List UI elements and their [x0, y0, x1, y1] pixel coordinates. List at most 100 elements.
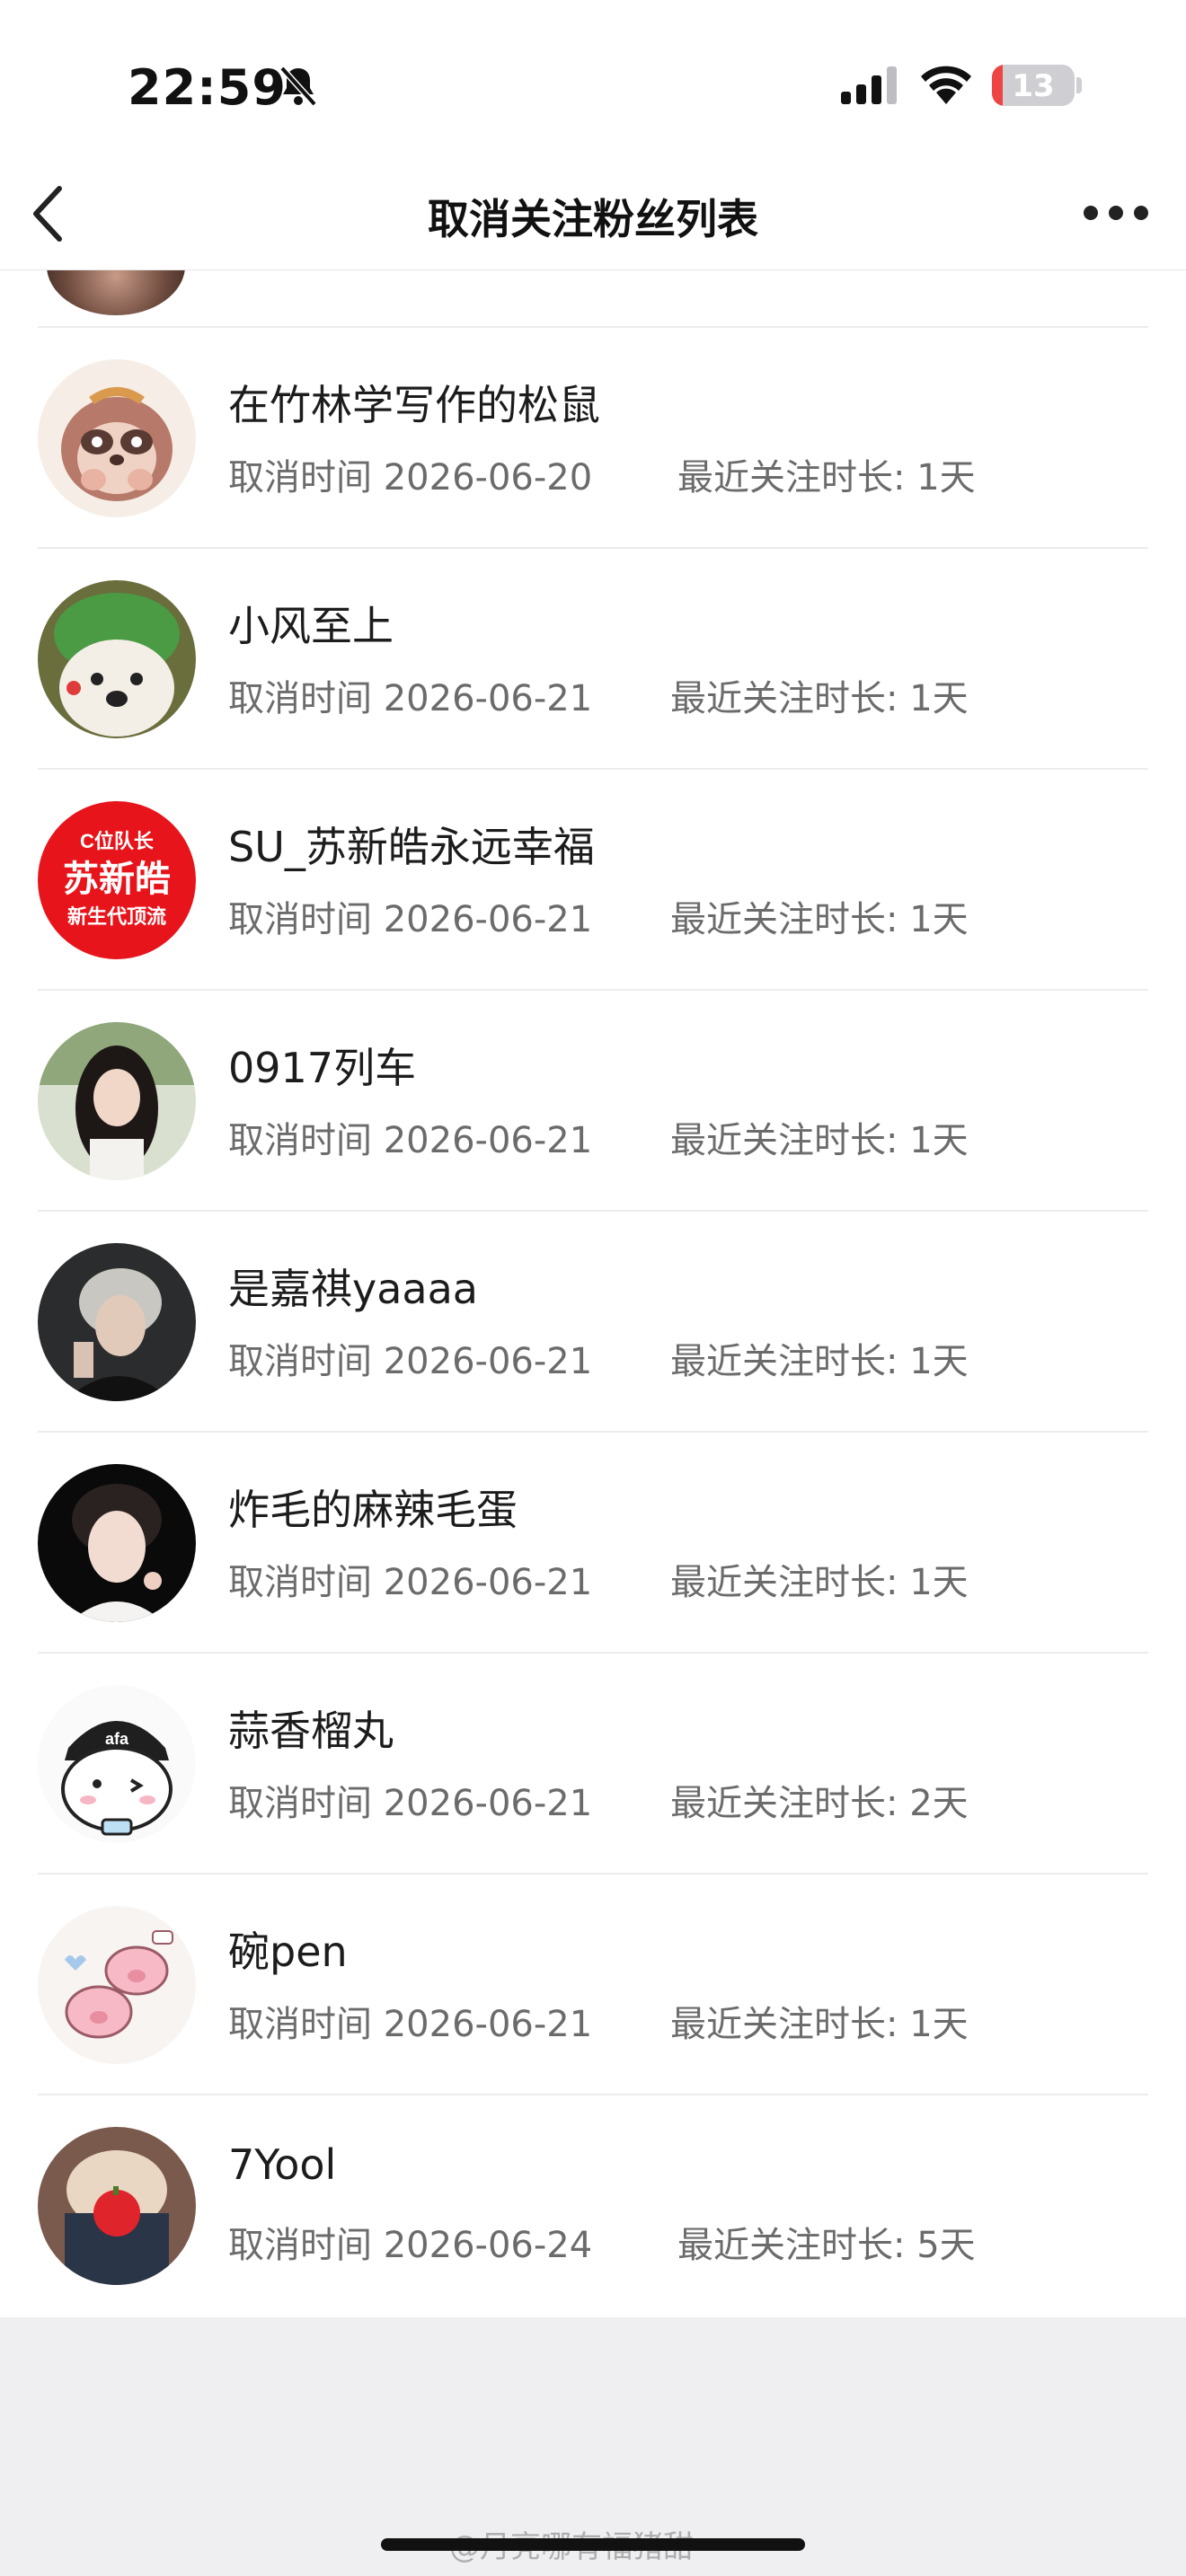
list-item[interactable]: C位队长 苏新皓 新生代顶流 SU_苏新皓永远幸福 取消时间 2026-06-2… [38, 770, 1148, 991]
user-name[interactable]: 蒜香榴丸 [228, 1698, 394, 1758]
avatar-text-bottom: 新生代顶流 [67, 905, 166, 928]
unfollowed-fans-list: 在竹林学写作的松鼠 取消时间 2026-06-20 最近关注时长: 1天 小风至… [0, 270, 1186, 2315]
unfollow-meta: 取消时间 2026-06-21 最近关注时长: 1天 [228, 1111, 969, 1163]
unfollow-meta: 取消时间 2026-06-21 最近关注时长: 1天 [228, 1995, 969, 2047]
signal-icon [841, 66, 897, 104]
unfollow-meta: 取消时间 2026-06-21 最近关注时长: 1天 [228, 1332, 969, 1384]
avatar-text-main: 苏新皓 [63, 860, 171, 899]
avatar[interactable] [38, 1022, 196, 1180]
follow-duration: 最近关注时长: 1天 [670, 669, 969, 721]
cancel-date: 2026-06-21 [383, 678, 593, 719]
avatar[interactable] [38, 1906, 196, 2064]
cancel-date: 2026-06-21 [383, 1783, 593, 1824]
user-name[interactable]: 在竹林学写作的松鼠 [228, 373, 600, 432]
unfollow-meta: 取消时间 2026-06-21 最近关注时长: 1天 [228, 669, 969, 721]
cancel-label: 取消时间 [228, 1562, 372, 1603]
battery-cap [1076, 77, 1082, 93]
list-item[interactable]: afa 蒜香榴丸 取消时间 2026-06-21 最近关注时长: 2天 [38, 1654, 1148, 1875]
cancel-date: 2026-06-21 [383, 1120, 593, 1161]
unfollow-meta: 取消时间 2026-06-21 最近关注时长: 1天 [228, 1553, 969, 1605]
duration-value: 1天 [909, 1341, 969, 1382]
cancel-label: 取消时间 [228, 1783, 372, 1824]
cancel-label: 取消时间 [228, 1341, 372, 1382]
wifi-icon [921, 66, 971, 104]
avatar[interactable]: C位队长 苏新皓 新生代顶流 [38, 801, 196, 959]
avatar [47, 270, 185, 315]
list-item[interactable]: 在竹林学写作的松鼠 取消时间 2026-06-20 最近关注时长: 1天 [38, 328, 1148, 549]
list-item-partial[interactable] [38, 270, 1148, 328]
unfollow-meta: 取消时间 2026-06-21 最近关注时长: 2天 [228, 1774, 969, 1826]
user-name[interactable]: 小风至上 [228, 594, 394, 653]
page-title: 取消关注粉丝列表 [428, 195, 758, 243]
list-item[interactable]: 是嘉祺yaaaa 取消时间 2026-06-21 最近关注时长: 1天 [38, 1212, 1148, 1433]
follow-duration: 最近关注时长: 1天 [677, 448, 976, 500]
cancel-label: 取消时间 [228, 678, 372, 719]
avatar[interactable]: afa [38, 1685, 196, 1843]
duration-label: 最近关注时长: [670, 1562, 898, 1603]
unfollow-meta: 取消时间 2026-06-20 最近关注时长: 1天 [228, 448, 976, 500]
cancel-label: 取消时间 [228, 2225, 372, 2266]
follow-duration: 最近关注时长: 5天 [677, 2216, 976, 2268]
follow-duration: 最近关注时长: 1天 [670, 1111, 969, 1163]
battery-level: 13 [1012, 68, 1055, 104]
follow-duration: 最近关注时长: 2天 [670, 1774, 969, 1826]
list-item[interactable]: 0917列车 取消时间 2026-06-21 最近关注时长: 1天 [38, 991, 1148, 1212]
follow-duration: 最近关注时长: 1天 [670, 1553, 969, 1605]
duration-value: 1天 [909, 1562, 969, 1603]
nav-bar: 取消关注粉丝列表 [0, 162, 1186, 270]
duration-value: 2天 [909, 1783, 969, 1824]
list-item[interactable]: 炸毛的麻辣毛蛋 取消时间 2026-06-21 最近关注时长: 1天 [38, 1433, 1148, 1654]
follow-duration: 最近关注时长: 1天 [670, 1995, 969, 2047]
avatar[interactable] [38, 1243, 196, 1401]
duration-label: 最近关注时长: [670, 1341, 898, 1382]
follow-duration: 最近关注时长: 1天 [670, 890, 969, 942]
cancel-date: 2026-06-21 [383, 1562, 593, 1603]
avatar-text-top: C位队长 [80, 830, 155, 852]
duration-label: 最近关注时长: [670, 1120, 898, 1161]
avatar[interactable] [38, 580, 196, 738]
duration-value: 1天 [909, 2004, 969, 2045]
cancel-label: 取消时间 [228, 2004, 372, 2045]
more-horizontal-icon[interactable] [1084, 199, 1152, 226]
status-bar: 22:59 13 [0, 0, 1186, 162]
cancel-date: 2026-06-24 [383, 2225, 593, 2266]
avatar[interactable] [38, 1464, 196, 1622]
battery-icon: 13 [992, 65, 1075, 106]
duration-label: 最近关注时长: [670, 1783, 898, 1824]
cancel-date: 2026-06-21 [383, 899, 593, 940]
duration-label: 最近关注时长: [677, 457, 906, 498]
avatar[interactable] [38, 2127, 196, 2285]
duration-value: 1天 [909, 1120, 969, 1161]
user-name[interactable]: 是嘉祺yaaaa [228, 1257, 478, 1316]
duration-value: 1天 [909, 899, 969, 940]
user-name[interactable]: 炸毛的麻辣毛蛋 [228, 1478, 518, 1537]
user-name[interactable]: 0917列车 [228, 1036, 416, 1095]
user-name[interactable]: SU_苏新皓永远幸福 [228, 815, 595, 874]
unfollow-meta: 取消时间 2026-06-21 最近关注时长: 1天 [228, 890, 969, 942]
cancel-date: 2026-06-20 [383, 457, 593, 498]
user-name[interactable]: 碗pen [228, 1919, 348, 1979]
cancel-label: 取消时间 [228, 1120, 372, 1161]
status-time: 22:59 [128, 59, 287, 116]
cancel-date: 2026-06-21 [383, 2004, 593, 2045]
list-item[interactable]: 7Yool 取消时间 2026-06-24 最近关注时长: 5天 [38, 2095, 1148, 2315]
duration-label: 最近关注时长: [677, 2225, 906, 2266]
bell-slash-icon [279, 66, 317, 107]
duration-label: 最近关注时长: [670, 678, 898, 719]
unfollow-meta: 取消时间 2026-06-24 最近关注时长: 5天 [228, 2216, 976, 2268]
home-indicator[interactable] [381, 2538, 805, 2551]
duration-value: 1天 [909, 678, 969, 719]
user-name[interactable]: 7Yool [228, 2140, 336, 2189]
duration-value: 1天 [916, 457, 976, 498]
duration-label: 最近关注时长: [670, 899, 898, 940]
follow-duration: 最近关注时长: 1天 [670, 1332, 969, 1384]
svg-text:afa: afa [105, 1730, 129, 1748]
list-item[interactable]: 小风至上 取消时间 2026-06-21 最近关注时长: 1天 [38, 549, 1148, 770]
duration-value: 5天 [916, 2225, 976, 2266]
cancel-label: 取消时间 [228, 899, 372, 940]
cancel-label: 取消时间 [228, 457, 372, 498]
avatar[interactable] [38, 359, 196, 517]
list-item[interactable]: 碗pen 取消时间 2026-06-21 最近关注时长: 1天 [38, 1875, 1148, 2095]
cancel-date: 2026-06-21 [383, 1341, 593, 1382]
duration-label: 最近关注时长: [670, 2004, 898, 2045]
